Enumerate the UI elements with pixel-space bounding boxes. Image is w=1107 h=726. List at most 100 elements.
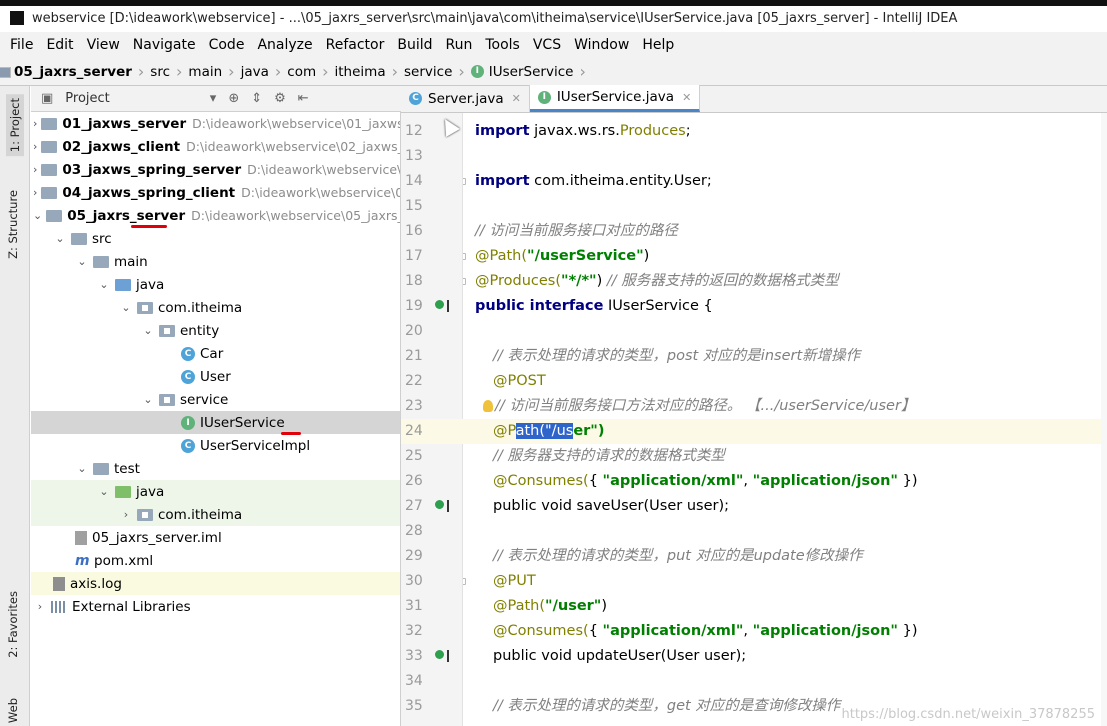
project-panel-title[interactable]: Project — [65, 91, 109, 106]
chevron-down-icon[interactable]: ⌄ — [119, 301, 133, 314]
menu-edit[interactable]: Edit — [46, 37, 73, 53]
implemented-marker-icon[interactable] — [435, 500, 449, 512]
code-line: @Produces("*/*") // 服务器支持的返回的数据格式类型 — [463, 269, 1107, 294]
line-number: 32 — [405, 623, 423, 639]
code-line: public void saveUser(User user); — [493, 498, 730, 514]
tree-item-test-com-itheima[interactable]: › com.itheima — [31, 503, 400, 526]
breadcrumb-item-service[interactable]: service › — [0, 62, 465, 81]
menu-run[interactable]: Run — [446, 37, 473, 53]
tree-item-main[interactable]: ⌄ main — [31, 250, 400, 273]
chevron-down-icon[interactable]: ⌄ — [75, 255, 89, 268]
line-number: 29 — [405, 548, 423, 564]
tree-item-02[interactable]: › 02_jaxws_client D:\ideawork\webservice\0… — [31, 135, 400, 158]
gear-icon[interactable]: ⚙ — [274, 91, 286, 106]
hide-icon[interactable]: ⇤ — [298, 91, 309, 106]
tree-item-com-itheima[interactable]: ⌄ com.itheima — [31, 296, 400, 319]
tree-item-car[interactable]: C Car — [31, 342, 400, 365]
tree-item-01[interactable]: › 01_jaxws_server D:\ideawork\webservice\0… — [31, 112, 400, 135]
watermark: https://blog.csdn.net/weixin_37878255 — [841, 707, 1095, 722]
folder-icon — [93, 462, 109, 475]
chevron-down-icon[interactable]: ⌄ — [33, 209, 42, 222]
menu-refactor[interactable]: Refactor — [326, 37, 385, 53]
scroll-from-source-icon[interactable]: ⊕ — [228, 91, 239, 106]
tree-item-05[interactable]: ⌄ 05_jaxrs_server D:\ideawork\webservice\0… — [31, 204, 400, 228]
line-number: 26 — [405, 473, 423, 489]
tab-project[interactable]: 1: Project — [6, 94, 24, 157]
chevron-right-icon[interactable]: › — [33, 163, 37, 176]
line-number: 13 — [405, 148, 423, 164]
chevron-right-icon[interactable]: › — [119, 508, 133, 521]
chevron-right-icon[interactable]: › — [33, 117, 37, 130]
menu-tools[interactable]: Tools — [485, 37, 520, 53]
tree-item-axis-log[interactable]: axis.log — [31, 572, 400, 595]
chevron-right-icon[interactable]: › — [33, 600, 47, 613]
editor-scrollbar[interactable] — [1101, 113, 1107, 726]
code-line-current: @Path("/user") — [463, 419, 1107, 444]
menu-file[interactable]: File — [10, 37, 33, 53]
tree-item-external-libraries[interactable]: › External Libraries — [31, 595, 400, 618]
tab-web[interactable]: Web — [6, 698, 20, 723]
tree-item-service[interactable]: ⌄ service — [31, 388, 400, 411]
package-icon — [137, 301, 153, 314]
menu-analyze[interactable]: Analyze — [257, 37, 312, 53]
menu-code[interactable]: Code — [209, 37, 245, 53]
tree-item-java[interactable]: ⌄ java — [31, 273, 400, 296]
menu-view[interactable]: View — [87, 37, 120, 53]
left-tool-strip: 1: Project Z: Structure 2: Favorites Web — [0, 86, 30, 726]
tab-iuserservice-java[interactable]: I IUserService.java ✕ — [529, 85, 701, 112]
tree-item-userserviceimpl[interactable]: C UserServiceImpl — [31, 434, 400, 457]
breadcrumb: 05_jaxrs_server › src › main › java › com › i… — [0, 58, 1107, 86]
chevron-right-icon[interactable]: › — [33, 140, 37, 153]
tab-server-java[interactable]: C Server.java ✕ — [401, 85, 530, 112]
chevron-right-icon: › — [458, 62, 465, 81]
class-icon: C — [181, 369, 195, 384]
code-line: @Consumes({ "application/xml", "applicat… — [493, 473, 918, 489]
tree-item-iuserservice[interactable]: I IUserService — [31, 411, 400, 435]
tree-item-user[interactable]: C User — [31, 365, 400, 388]
close-icon[interactable]: ✕ — [682, 91, 691, 104]
chevron-right-icon[interactable]: › — [33, 186, 37, 199]
tree-item-test[interactable]: ⌄ test — [31, 457, 400, 480]
menu-help[interactable]: Help — [642, 37, 674, 53]
code-editor[interactable]: import javax.ws.rs.Produces; import com.… — [463, 113, 1107, 726]
breadcrumb-item-main[interactable]: main › — [0, 62, 235, 81]
fold-marker-icon[interactable] — [463, 578, 466, 585]
fold-marker-icon[interactable] — [463, 178, 466, 185]
line-number: 20 — [405, 323, 423, 339]
tree-item-03[interactable]: › 03_jaxws_spring_server D:\ideawork\webse… — [31, 158, 400, 181]
fold-marker-icon[interactable] — [463, 278, 466, 285]
implemented-marker-icon[interactable] — [435, 650, 449, 662]
chevron-down-icon[interactable]: ⌄ — [53, 232, 67, 245]
chevron-down-icon[interactable]: ⌄ — [75, 462, 89, 475]
menu-build[interactable]: Build — [397, 37, 432, 53]
chevron-down-icon[interactable]: ⌄ — [97, 485, 111, 498]
chevron-down-icon[interactable]: ⌄ — [141, 393, 155, 406]
chevron-down-icon[interactable]: ⌄ — [97, 278, 111, 291]
code-line: // 表示处理的请求的类型，put 对应的是update修改操作 — [493, 548, 863, 564]
tab-favorites[interactable]: 2: Favorites — [6, 591, 20, 658]
tree-item-pom[interactable]: m pom.xml — [31, 549, 400, 572]
breadcrumb-item-iuserservice[interactable]: I IUserService › — [470, 62, 586, 81]
line-number: 31 — [405, 598, 423, 614]
lightbulb-icon[interactable] — [483, 400, 493, 412]
tree-item-04[interactable]: › 04_jaxws_spring_client D:\ideawork\webse… — [31, 181, 400, 204]
menu-window[interactable]: Window — [574, 37, 629, 53]
breadcrumb-item-src[interactable]: src › — [0, 62, 182, 81]
tree-item-iml[interactable]: 05_jaxrs_server.iml — [31, 526, 400, 549]
breadcrumb-item-itheima[interactable]: itheima › — [0, 62, 398, 81]
breadcrumb-item-java[interactable]: java › — [0, 62, 281, 81]
menu-vcs[interactable]: VCS — [533, 37, 561, 53]
tree-item-src[interactable]: ⌄ src — [31, 227, 400, 250]
implemented-marker-icon[interactable] — [435, 300, 449, 312]
dropdown-arrow-icon[interactable]: ▾ — [210, 91, 217, 106]
collapse-all-icon[interactable]: ⇕ — [251, 91, 262, 106]
chevron-down-icon[interactable]: ⌄ — [141, 324, 155, 337]
breadcrumb-item-module[interactable]: 05_jaxrs_server › — [0, 62, 144, 81]
breadcrumb-item-com[interactable]: com › — [0, 62, 329, 81]
tree-item-entity[interactable]: ⌄ entity — [31, 319, 400, 342]
tab-structure[interactable]: Z: Structure — [6, 190, 20, 259]
tree-item-test-java[interactable]: ⌄ java — [31, 480, 400, 503]
menu-navigate[interactable]: Navigate — [133, 37, 196, 53]
fold-marker-icon[interactable] — [463, 253, 466, 260]
close-icon[interactable]: ✕ — [512, 92, 521, 105]
